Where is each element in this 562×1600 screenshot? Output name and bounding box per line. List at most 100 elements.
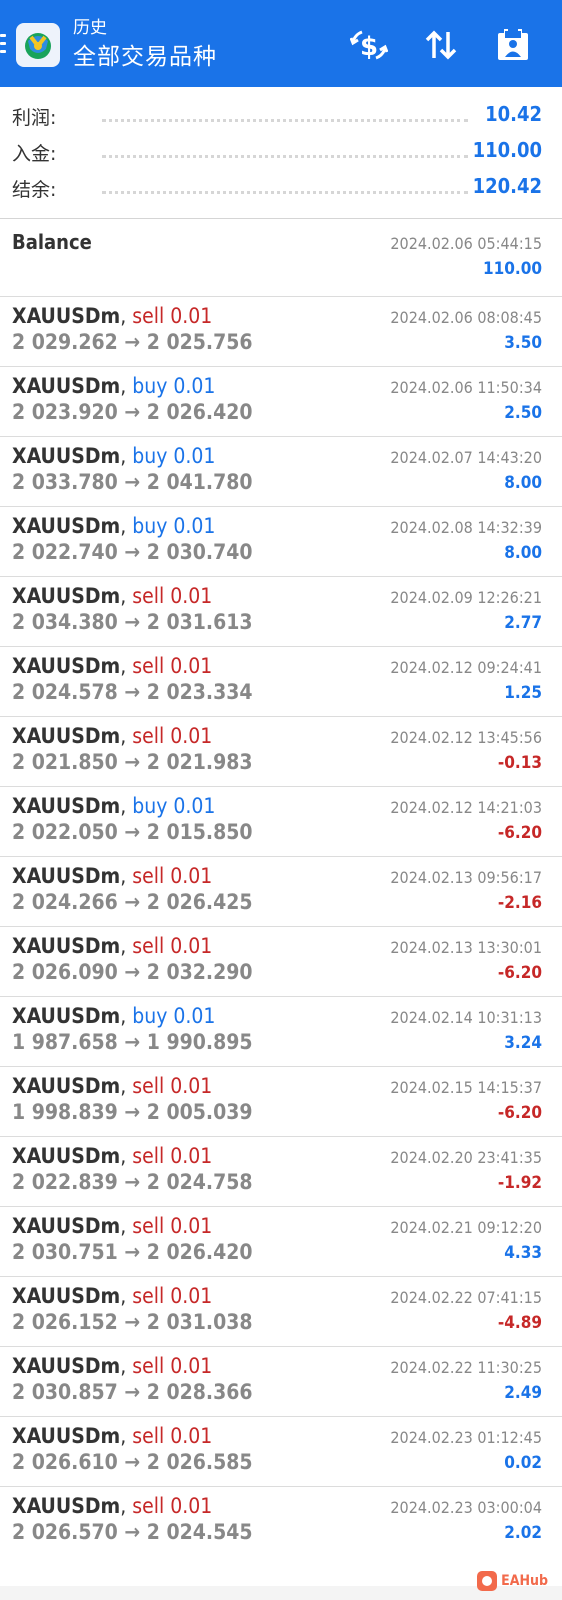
summary-label: 结余: bbox=[12, 179, 57, 201]
deal-symbol: XAUUSDm bbox=[12, 1424, 121, 1448]
deal-profit: -2.16 bbox=[497, 893, 542, 913]
deal-volume: 0.01 bbox=[170, 864, 213, 888]
deal-prices: 2 023.920 → 2 026.420 bbox=[12, 400, 253, 424]
deal-close-price: 2 026.585 bbox=[146, 1450, 253, 1474]
deal-side: sell bbox=[132, 1284, 165, 1308]
balance-amount: 110.00 bbox=[482, 259, 542, 279]
deal-row[interactable]: XAUUSDm, sell 0.01 2 024.266 → 2 026.425 2… bbox=[0, 856, 562, 926]
deal-open-price: 2 034.380 bbox=[12, 610, 118, 634]
deal-close-price: 1 990.895 bbox=[146, 1030, 253, 1054]
deal-symbol: XAUUSDm bbox=[12, 1004, 121, 1028]
deal-side: sell bbox=[132, 1214, 165, 1238]
section-divider bbox=[0, 218, 562, 219]
deal-profit: -1.92 bbox=[497, 1173, 542, 1193]
deal-profit: 8.00 bbox=[504, 473, 542, 493]
balance-row[interactable]: Balance 2024.02.06 05:44:15 110.00 bbox=[0, 222, 562, 296]
deal-time: 2024.02.07 14:43:20 bbox=[390, 448, 542, 467]
watermark-logo-icon bbox=[477, 1571, 498, 1591]
header-title[interactable]: 全部交易品种 bbox=[73, 41, 217, 73]
arrow-right-icon: → bbox=[117, 960, 147, 984]
deal-volume: 0.01 bbox=[170, 1354, 213, 1378]
deal-row[interactable]: XAUUSDm, sell 0.01 2 034.380 → 2 031.613 2… bbox=[0, 576, 562, 646]
deal-side: buy bbox=[132, 794, 168, 818]
deal-open-price: 2 022.740 bbox=[12, 540, 118, 564]
deal-open-price: 2 030.751 bbox=[12, 1240, 118, 1264]
deal-open-price: 2 029.262 bbox=[12, 330, 118, 354]
deal-row[interactable]: XAUUSDm, sell 0.01 1 998.839 → 2 005.039 2… bbox=[0, 1066, 562, 1136]
arrow-right-icon: → bbox=[117, 610, 147, 634]
calendar-icon[interactable] bbox=[494, 26, 532, 64]
deal-row[interactable]: XAUUSDm, buy 0.01 2 022.740 → 2 030.740 20… bbox=[0, 506, 562, 576]
deal-row[interactable]: XAUUSDm, buy 0.01 2 022.050 → 2 015.850 20… bbox=[0, 786, 562, 856]
arrow-right-icon: → bbox=[117, 1450, 147, 1474]
currency-exchange-icon[interactable]: $ bbox=[349, 26, 389, 64]
deal-open-price: 2 024.266 bbox=[12, 890, 118, 914]
menu-icon[interactable] bbox=[0, 34, 6, 54]
arrow-right-icon: → bbox=[117, 820, 147, 844]
deal-open-price: 2 024.578 bbox=[12, 680, 118, 704]
summary-value: 120.42 bbox=[472, 174, 542, 198]
history-list[interactable]: Balance 2024.02.06 05:44:15 110.00 XAUUS… bbox=[0, 222, 562, 1556]
deal-side: sell bbox=[132, 1424, 165, 1448]
deal-separator: , bbox=[120, 1354, 133, 1378]
deal-profit: -6.20 bbox=[497, 823, 542, 843]
deal-prices: 2 026.090 → 2 032.290 bbox=[12, 960, 253, 984]
deal-time: 2024.02.09 12:26:21 bbox=[390, 588, 542, 607]
deal-side: sell bbox=[132, 1354, 165, 1378]
deal-separator: , bbox=[120, 654, 133, 678]
deal-side: sell bbox=[132, 934, 165, 958]
deal-open-price: 2 026.610 bbox=[12, 1450, 118, 1474]
deal-row[interactable]: XAUUSDm, sell 0.01 2 021.850 → 2 021.983 2… bbox=[0, 716, 562, 786]
deal-separator: , bbox=[120, 444, 133, 468]
deal-row[interactable]: XAUUSDm, sell 0.01 2 026.610 → 2 026.585 2… bbox=[0, 1416, 562, 1486]
deal-time: 2024.02.20 23:41:35 bbox=[390, 1148, 542, 1167]
deal-title: XAUUSDm, sell 0.01 bbox=[12, 1074, 212, 1098]
deal-symbol: XAUUSDm bbox=[12, 934, 121, 958]
deal-prices: 2 026.610 → 2 026.585 bbox=[12, 1450, 253, 1474]
deal-prices: 1 998.839 → 2 005.039 bbox=[12, 1100, 253, 1124]
watermark: EAHub bbox=[477, 1570, 548, 1592]
deal-open-price: 2 026.570 bbox=[12, 1520, 118, 1544]
deal-side: sell bbox=[132, 654, 165, 678]
deal-separator: , bbox=[120, 1494, 133, 1518]
deal-row[interactable]: XAUUSDm, sell 0.01 2 030.857 → 2 028.366 2… bbox=[0, 1346, 562, 1416]
arrow-right-icon: → bbox=[117, 890, 147, 914]
deal-time: 2024.02.13 13:30:01 bbox=[390, 938, 542, 957]
deal-volume: 0.01 bbox=[170, 1494, 213, 1518]
deal-row[interactable]: XAUUSDm, buy 0.01 1 987.658 → 1 990.895 20… bbox=[0, 996, 562, 1066]
deal-row[interactable]: XAUUSDm, sell 0.01 2 024.578 → 2 023.334 2… bbox=[0, 646, 562, 716]
deal-close-price: 2 032.290 bbox=[146, 960, 253, 984]
deal-close-price: 2 005.039 bbox=[146, 1100, 253, 1124]
summary-value: 110.00 bbox=[472, 138, 542, 162]
deal-open-price: 2 026.090 bbox=[12, 960, 118, 984]
arrow-right-icon: → bbox=[117, 330, 147, 354]
deal-title: XAUUSDm, sell 0.01 bbox=[12, 1284, 212, 1308]
deal-row[interactable]: XAUUSDm, buy 0.01 2 033.780 → 2 041.780 20… bbox=[0, 436, 562, 506]
deal-profit: 2.50 bbox=[504, 403, 542, 423]
deal-row[interactable]: XAUUSDm, buy 0.01 2 023.920 → 2 026.420 20… bbox=[0, 366, 562, 436]
watermark-text: EAHub bbox=[501, 1573, 548, 1589]
arrow-right-icon: → bbox=[117, 1520, 147, 1544]
deal-row[interactable]: XAUUSDm, sell 0.01 2 026.152 → 2 031.038 2… bbox=[0, 1276, 562, 1346]
sort-icon[interactable] bbox=[422, 26, 460, 64]
deal-symbol: XAUUSDm bbox=[12, 304, 121, 328]
deal-row[interactable]: XAUUSDm, sell 0.01 2 026.090 → 2 032.290 2… bbox=[0, 926, 562, 996]
deal-symbol: XAUUSDm bbox=[12, 584, 121, 608]
deal-profit: 3.50 bbox=[504, 333, 542, 353]
svg-text:$: $ bbox=[360, 32, 378, 62]
deal-row[interactable]: XAUUSDm, sell 0.01 2 026.570 → 2 024.545 2… bbox=[0, 1486, 562, 1556]
deal-side: buy bbox=[132, 444, 168, 468]
deal-volume: 0.01 bbox=[170, 584, 213, 608]
deal-open-price: 2 022.050 bbox=[12, 820, 118, 844]
deal-time: 2024.02.15 14:15:37 bbox=[390, 1078, 542, 1097]
deal-time: 2024.02.23 03:00:04 bbox=[390, 1498, 542, 1517]
deal-close-price: 2 023.334 bbox=[146, 680, 253, 704]
deal-volume: 0.01 bbox=[170, 1074, 213, 1098]
deal-row[interactable]: XAUUSDm, sell 0.01 2 022.839 → 2 024.758 2… bbox=[0, 1136, 562, 1206]
deal-time: 2024.02.06 08:08:45 bbox=[390, 308, 542, 327]
deal-side: sell bbox=[132, 724, 165, 748]
arrow-right-icon: → bbox=[117, 1310, 147, 1334]
deal-row[interactable]: XAUUSDm, sell 0.01 2 030.751 → 2 026.420 2… bbox=[0, 1206, 562, 1276]
arrow-right-icon: → bbox=[117, 1170, 147, 1194]
deal-row[interactable]: XAUUSDm, sell 0.01 2 029.262 → 2 025.756 2… bbox=[0, 296, 562, 366]
